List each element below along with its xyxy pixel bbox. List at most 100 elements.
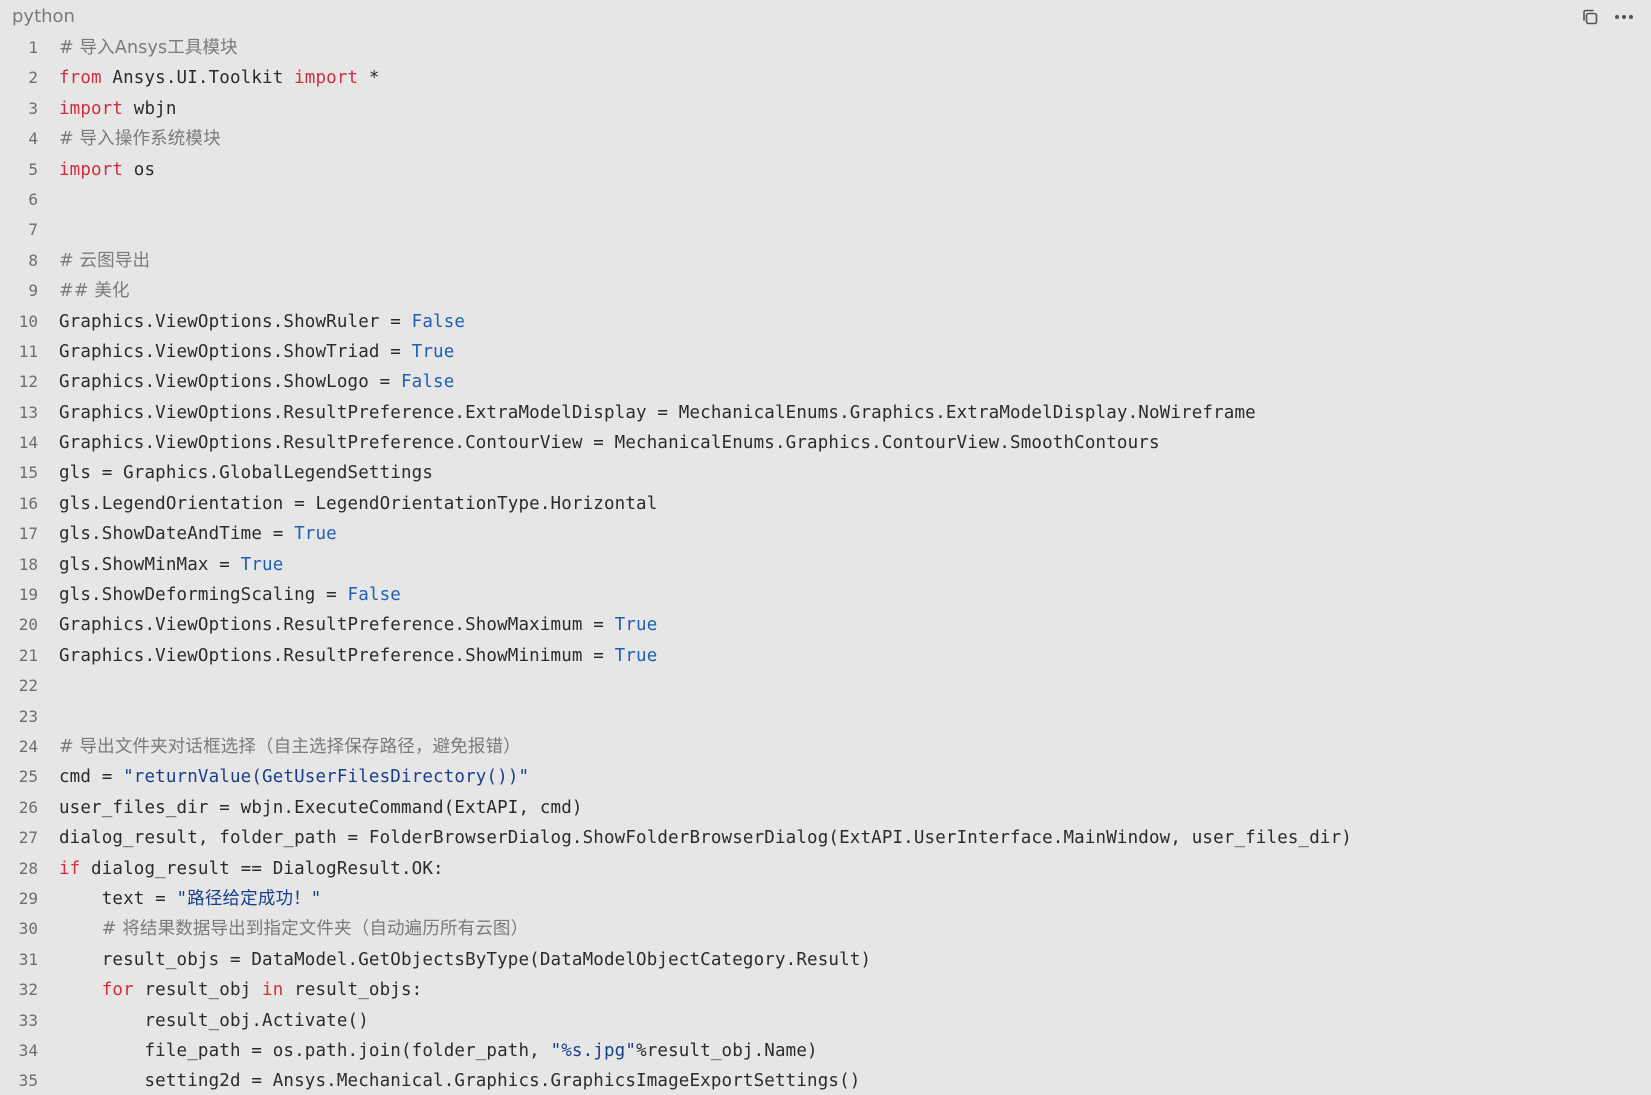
line-number: 3 bbox=[28, 98, 38, 118]
code-line: 10 Graphics.ViewOptions.ShowRuler = False bbox=[0, 307, 1651, 337]
text-token: cmd = bbox=[59, 767, 124, 788]
code-text: Graphics.ViewOptions.ResultPreference.Ex… bbox=[59, 398, 1256, 428]
constant-token: True bbox=[411, 341, 455, 362]
code-line: 14 Graphics.ViewOptions.ResultPreference.… bbox=[0, 428, 1651, 458]
line-number: 2 bbox=[28, 68, 38, 88]
constant-token: False bbox=[347, 585, 401, 606]
code-line: 15 gls = Graphics.GlobalLegendSettings bbox=[0, 458, 1651, 488]
code-line: 33 result_obj.Activate() bbox=[0, 1006, 1651, 1036]
code-block: python 1 # 导入Ansys工具模块 2 from Ansys.UI.T… bbox=[0, 0, 1651, 1095]
text-token: Graphics.ViewOptions.ResultPreference.Sh… bbox=[59, 645, 615, 666]
code-text: # 导入Ansys工具模块 bbox=[59, 33, 238, 63]
code-line: 30 # 将结果数据导出到指定文件夹（自动遍历所有云图） bbox=[0, 914, 1651, 944]
code-line: 4 # 导入操作系统模块 bbox=[0, 124, 1651, 154]
code-line: 3 import wbjn bbox=[0, 94, 1651, 124]
constant-token: True bbox=[294, 524, 337, 545]
code-line: 12 Graphics.ViewOptions.ShowLogo = False bbox=[0, 367, 1651, 397]
keyword-token: for bbox=[101, 980, 134, 1001]
text-token: %result_obj.Name) bbox=[636, 1040, 818, 1061]
string-token: "returnValue(GetUserFilesDirectory())" bbox=[123, 767, 530, 788]
code-text: import wbjn bbox=[59, 94, 177, 124]
code-text: Graphics.ViewOptions.ShowLogo = False bbox=[59, 367, 454, 397]
code-line: 6 bbox=[0, 185, 1651, 215]
line-number: 16 bbox=[18, 493, 38, 513]
line-number: 7 bbox=[28, 220, 38, 240]
code-text: result_objs = DataModel.GetObjectsByType… bbox=[59, 945, 871, 975]
line-number: 9 bbox=[28, 281, 38, 301]
text-token: file_path = os.path.join(folder_path, bbox=[59, 1040, 551, 1061]
line-number: 12 bbox=[18, 372, 38, 392]
line-number: 23 bbox=[18, 706, 38, 726]
text-token: text = bbox=[59, 888, 177, 909]
text-token: * bbox=[358, 68, 380, 89]
comment-token: # 云图导出 bbox=[59, 250, 151, 271]
code-text: import os bbox=[59, 155, 155, 185]
code-text: # 导出文件夹对话框选择（自主选择保存路径，避免报错） bbox=[59, 732, 521, 762]
line-number: 24 bbox=[18, 736, 38, 756]
code-line: 13 Graphics.ViewOptions.ResultPreference.… bbox=[0, 398, 1651, 428]
comment-token: # 将结果数据导出到指定文件夹（自动遍历所有云图） bbox=[101, 919, 529, 940]
code-line: 35 setting2d = Ansys.Mechanical.Graphics… bbox=[0, 1066, 1651, 1095]
text-token: Graphics.ViewOptions.ResultPreference.Sh… bbox=[59, 615, 615, 636]
text-token: gls = Graphics.GlobalLegendSettings bbox=[59, 463, 434, 484]
line-number: 33 bbox=[18, 1010, 38, 1030]
line-number: 15 bbox=[18, 463, 38, 483]
line-number: 10 bbox=[18, 311, 38, 331]
code-text: if dialog_result == DialogResult.OK: bbox=[59, 854, 444, 884]
code-text: result_obj.Activate() bbox=[59, 1006, 369, 1036]
code-line: 2 from Ansys.UI.Toolkit import * bbox=[0, 63, 1651, 93]
code-line: 21 Graphics.ViewOptions.ResultPreference.… bbox=[0, 641, 1651, 671]
line-number: 35 bbox=[18, 1071, 38, 1091]
code-text: gls.ShowMinMax = True bbox=[59, 550, 283, 580]
code-text: setting2d = Ansys.Mechanical.Graphics.Gr… bbox=[59, 1066, 860, 1095]
text-token: dialog_result, folder_path = FolderBrows… bbox=[59, 828, 1352, 849]
copy-button[interactable] bbox=[1575, 4, 1605, 34]
code-text: for result_obj in result_objs: bbox=[59, 975, 422, 1005]
line-number: 27 bbox=[18, 828, 38, 848]
line-number: 30 bbox=[18, 919, 38, 939]
constant-token: True bbox=[614, 615, 658, 636]
code-text: Graphics.ViewOptions.ResultPreference.Sh… bbox=[59, 641, 657, 671]
code-text: user_files_dir = wbjn.ExecuteCommand(Ext… bbox=[59, 793, 583, 823]
code-line: 8 # 云图导出 bbox=[0, 246, 1651, 276]
text-token: result_objs: bbox=[283, 980, 423, 1001]
more-horizontal-icon bbox=[1613, 7, 1635, 32]
text-token: gls.ShowDateAndTime = bbox=[59, 524, 295, 545]
code-text: gls.ShowDateAndTime = True bbox=[59, 519, 337, 549]
code-line: 22 bbox=[0, 671, 1651, 701]
code-text: gls = Graphics.GlobalLegendSettings bbox=[59, 458, 433, 488]
line-number: 11 bbox=[18, 341, 38, 361]
code-text: gls.ShowDeformingScaling = False bbox=[59, 580, 401, 610]
code-text: from Ansys.UI.Toolkit import * bbox=[59, 63, 380, 93]
more-button[interactable] bbox=[1609, 4, 1639, 34]
line-number: 32 bbox=[18, 980, 38, 1000]
code-line: 11 Graphics.ViewOptions.ShowTriad = True bbox=[0, 337, 1651, 367]
keyword-token: if bbox=[59, 858, 81, 879]
code-text: cmd = "returnValue(GetUserFilesDirectory… bbox=[59, 762, 529, 792]
line-number: 34 bbox=[18, 1040, 38, 1060]
code-area[interactable]: 1 # 导入Ansys工具模块 2 from Ansys.UI.Toolkit imp… bbox=[0, 33, 1651, 1095]
code-block-actions bbox=[1575, 4, 1639, 34]
code-text: Graphics.ViewOptions.ShowTriad = True bbox=[59, 337, 454, 367]
code-line: 25 cmd = "returnValue(GetUserFilesDirecto… bbox=[0, 762, 1651, 792]
code-line: 26 user_files_dir = wbjn.ExecuteCommand(E… bbox=[0, 793, 1651, 823]
text-token: gls.LegendOrientation = LegendOrientatio… bbox=[59, 493, 658, 514]
code-line: 5 import os bbox=[0, 155, 1651, 185]
code-line: 9 ## 美化 bbox=[0, 276, 1651, 306]
keyword-token: import bbox=[59, 98, 124, 119]
keyword-token: import bbox=[294, 68, 359, 89]
code-text: gls.LegendOrientation = LegendOrientatio… bbox=[59, 489, 657, 519]
code-text: # 云图导出 bbox=[59, 246, 150, 276]
text-token: gls.ShowDeformingScaling = bbox=[59, 585, 348, 606]
code-line: 29 text = "路径给定成功！" bbox=[0, 884, 1651, 914]
code-line: 27 dialog_result, folder_path = FolderBro… bbox=[0, 823, 1651, 853]
text-token: gls.ShowMinMax = bbox=[59, 554, 241, 575]
code-line: 18 gls.ShowMinMax = True bbox=[0, 550, 1651, 580]
constant-token: True bbox=[240, 554, 284, 575]
line-number: 19 bbox=[18, 585, 38, 605]
code-line: 16 gls.LegendOrientation = LegendOrientat… bbox=[0, 489, 1651, 519]
text-token: Graphics.ViewOptions.ShowLogo = bbox=[59, 372, 401, 393]
text-token: Graphics.ViewOptions.ShowTriad = bbox=[59, 341, 412, 362]
